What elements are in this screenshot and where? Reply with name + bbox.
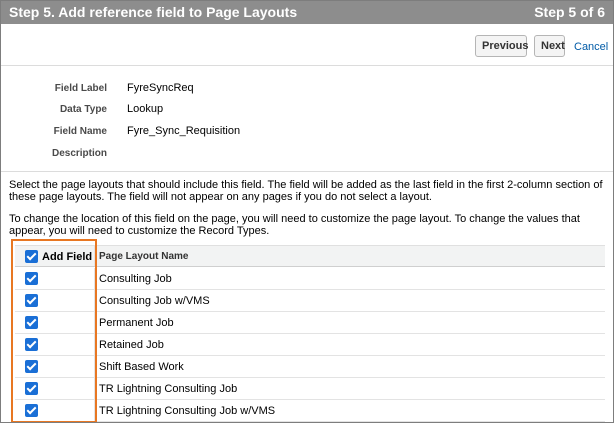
layout-name: Permanent Job [99, 317, 174, 329]
field-row-label: Field Label FyreSyncReq [1, 81, 613, 97]
add-field-cell [15, 356, 95, 377]
layout-name: TR Lightning Consulting Job [99, 383, 238, 395]
table-row: TR Lightning Consulting Job [15, 378, 605, 400]
wizard-title: Step 5. Add reference field to Page Layo… [9, 4, 298, 20]
top-divider [1, 65, 613, 66]
add-field-cell [15, 400, 95, 421]
data-type-caption: Data Type [59, 104, 107, 115]
table-row: Consulting Job w/VMS [15, 290, 605, 312]
cancel-link[interactable]: Cancel [574, 41, 608, 53]
table-row: Permanent Job [15, 312, 605, 334]
add-field-header-cell: Add Field [15, 246, 95, 266]
add-field-cell [15, 290, 95, 311]
row-checkbox[interactable] [25, 360, 38, 373]
field-name-value: Fyre_Sync_Requisition [127, 125, 241, 137]
add-field-cell [15, 268, 95, 289]
description-caption: Description [51, 148, 107, 159]
step-indicator: Step 5 of 6 [534, 4, 605, 20]
mid-divider [1, 171, 613, 172]
row-checkbox[interactable] [25, 338, 38, 351]
previous-button[interactable]: Previous [475, 35, 528, 57]
add-field-cell [15, 312, 95, 333]
add-field-column-header: Add Field [42, 251, 93, 263]
data-type-value: Lookup [127, 103, 164, 115]
field-row-data-type: Data Type Lookup [1, 102, 613, 118]
table-header: Add Field Page Layout Name [15, 245, 605, 267]
layout-name: TR Lightning Consulting Job w/VMS [99, 405, 276, 417]
row-checkbox[interactable] [25, 294, 38, 307]
table-row: Shift Based Work [15, 356, 605, 378]
field-label-value: FyreSyncReq [127, 82, 194, 94]
page-layout-name-column-header: Page Layout Name [99, 251, 189, 262]
instructions-select-layouts: Select the page layouts that should incl… [9, 179, 603, 203]
select-all-checkbox[interactable] [25, 250, 38, 263]
field-row-field-name: Field Name Fyre_Sync_Requisition [1, 124, 613, 140]
add-field-cell [15, 378, 95, 399]
field-row-description: Description [1, 146, 613, 162]
field-label-caption: Field Label [54, 83, 107, 94]
layout-name: Retained Job [99, 339, 164, 351]
table-row: Retained Job [15, 334, 605, 356]
row-checkbox[interactable] [25, 316, 38, 329]
instructions-customize: To change the location of this field on … [9, 213, 580, 237]
layout-name: Consulting Job w/VMS [99, 295, 210, 307]
layout-name: Consulting Job [99, 273, 172, 285]
add-field-cell [15, 334, 95, 355]
layout-name: Shift Based Work [99, 361, 184, 373]
table-row: Consulting Job [15, 268, 605, 290]
wizard-header: Step 5. Add reference field to Page Layo… [1, 1, 613, 24]
table-row: TR Lightning Consulting Job w/VMS [15, 400, 605, 422]
field-name-caption: Field Name [53, 126, 107, 137]
row-checkbox[interactable] [25, 272, 38, 285]
next-button[interactable]: Next [534, 35, 565, 57]
wizard-frame: Step 5. Add reference field to Page Layo… [0, 0, 614, 423]
row-checkbox[interactable] [25, 404, 38, 417]
row-checkbox[interactable] [25, 382, 38, 395]
